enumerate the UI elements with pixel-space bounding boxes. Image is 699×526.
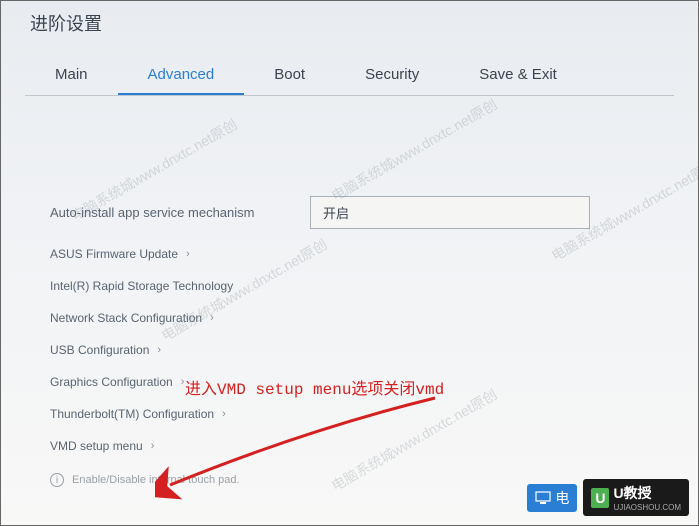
chevron-right-icon: › xyxy=(181,376,185,388)
info-icon: i xyxy=(50,473,64,487)
chevron-right-icon: › xyxy=(210,312,214,324)
menu-item-label: VMD setup menu xyxy=(50,439,143,453)
menu-item-label: ASUS Firmware Update xyxy=(50,247,178,261)
chevron-right-icon: › xyxy=(157,344,161,356)
tab-main[interactable]: Main xyxy=(25,56,118,95)
tab-security[interactable]: Security xyxy=(335,56,449,95)
tab-boot[interactable]: Boot xyxy=(244,56,335,95)
chevron-right-icon: › xyxy=(151,440,155,452)
menu-asus-firmware-update[interactable]: ASUS Firmware Update › xyxy=(50,247,649,261)
auto-install-label: Auto-install app service mechanism xyxy=(50,205,310,220)
menu-item-label: USB Configuration xyxy=(50,343,149,357)
chevron-right-icon: › xyxy=(186,248,190,260)
logo-dian: 电 xyxy=(527,484,577,512)
page-title: 进阶设置 xyxy=(30,10,669,36)
tab-advanced[interactable]: Advanced xyxy=(118,56,245,95)
tab-bar: Main Advanced Boot Security Save & Exit xyxy=(25,56,674,96)
logo-ujiaoshou: U U教授 UJIAOSHOU.COM xyxy=(583,479,689,516)
logo-u-icon: U xyxy=(591,488,609,508)
annotation-arrow xyxy=(155,390,445,500)
annotation-text: 进入VMD setup menu选项关闭vmd xyxy=(185,375,444,399)
logo-area: 电 U U教授 UJIAOSHOU.COM xyxy=(527,479,689,516)
monitor-icon xyxy=(535,490,551,506)
menu-network-stack[interactable]: Network Stack Configuration › xyxy=(50,311,649,325)
menu-item-label: Network Stack Configuration xyxy=(50,311,202,325)
menu-item-label: Intel(R) Rapid Storage Technology xyxy=(50,279,233,293)
menu-intel-rapid-storage[interactable]: Intel(R) Rapid Storage Technology xyxy=(50,279,649,293)
auto-install-select[interactable]: 开启 xyxy=(310,196,590,229)
menu-usb-configuration[interactable]: USB Configuration › xyxy=(50,343,649,357)
tab-save-exit[interactable]: Save & Exit xyxy=(449,56,587,95)
menu-item-label: Graphics Configuration xyxy=(50,375,173,389)
